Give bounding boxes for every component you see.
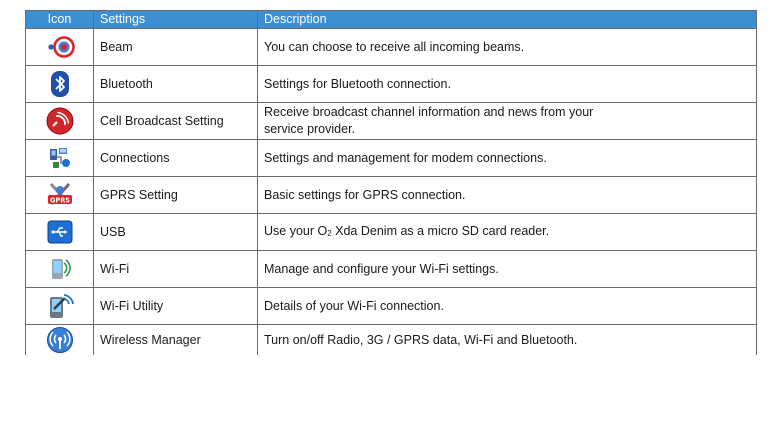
setting-description: Receive broadcast channel information an… [257,102,757,140]
beam-icon [45,32,75,62]
setting-name: Wireless Manager [93,324,258,355]
setting-name: USB [93,213,258,251]
description-subscript: 2 [327,229,332,238]
setting-name: Wi-Fi Utility [93,287,258,325]
table-row: Connections Settings and management for … [25,139,757,177]
setting-description: Manage and configure your Wi-Fi settings… [257,250,757,288]
setting-description: Basic settings for GPRS connection. [257,176,757,214]
table-row: USB Use your O2 Xda Denim as a micro SD … [25,213,757,251]
table-row: Bluetooth Settings for Bluetooth connect… [25,65,757,103]
header-settings: Settings [93,10,258,29]
wifi-utility-icon [45,291,75,321]
icon-cell [25,28,94,66]
gprs-icon: GPRS [45,180,75,210]
icon-cell [25,287,94,325]
setting-description: You can choose to receive all incoming b… [257,28,757,66]
header-icon: Icon [25,10,94,29]
cell-broadcast-icon [45,106,75,136]
bluetooth-icon [45,69,75,99]
setting-name: Bluetooth [93,65,258,103]
usb-icon [45,217,75,247]
table-row: GPRS GPRS Setting Basic settings for GPR… [25,176,757,214]
gprs-icon-text: GPRS [49,196,69,204]
header-description: Description [257,10,757,29]
setting-description: Settings for Bluetooth connection. [257,65,757,103]
icon-cell [25,139,94,177]
setting-name: Beam [93,28,258,66]
icon-cell: GPRS [25,176,94,214]
table-row: Wi-Fi Utility Details of your Wi-Fi conn… [25,287,757,325]
table-row: Cell Broadcast Setting Receive broadcast… [25,102,757,140]
icon-cell [25,324,94,355]
setting-name: Wi-Fi [93,250,258,288]
table-row: Wi-Fi Manage and configure your Wi-Fi se… [25,250,757,288]
icon-cell [25,250,94,288]
wifi-icon [45,254,75,284]
description-line: Receive broadcast channel information an… [264,105,594,119]
setting-description: Turn on/off Radio, 3G / GPRS data, Wi-Fi… [257,324,757,355]
setting-description: Use your O2 Xda Denim as a micro SD card… [257,213,757,251]
header-row: Icon Settings Description [25,10,757,29]
icon-cell [25,65,94,103]
description-line: service provider. [264,122,356,136]
connections-icon [45,143,75,173]
settings-table: Icon Settings Description Beam You can c… [25,10,757,355]
setting-name: Connections [93,139,258,177]
icon-cell [25,213,94,251]
table-row: Beam You can choose to receive all incom… [25,28,757,66]
description-text: Use your O [264,224,328,238]
description-text: Xda Denim as a micro SD card reader. [331,224,550,238]
setting-description: Settings and management for modem connec… [257,139,757,177]
setting-name: GPRS Setting [93,176,258,214]
table-row: Wireless Manager Turn on/off Radio, 3G /… [25,324,757,355]
wireless-manager-icon [45,325,75,355]
icon-cell [25,102,94,140]
setting-name: Cell Broadcast Setting [93,102,258,140]
setting-description: Details of your Wi-Fi connection. [257,287,757,325]
